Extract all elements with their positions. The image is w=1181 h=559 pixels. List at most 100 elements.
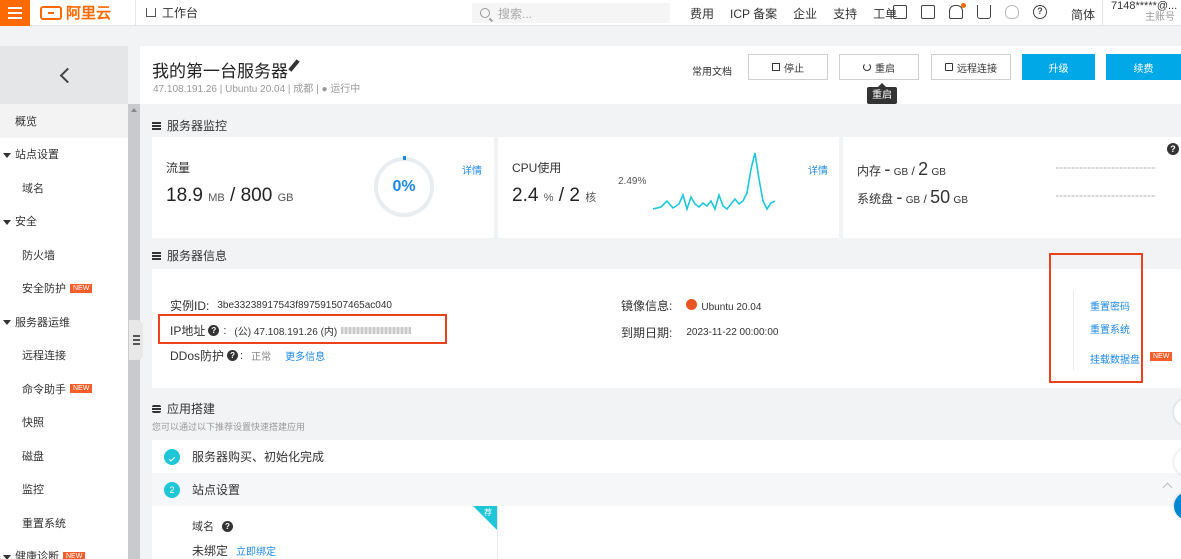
image-row: 镜像信息: Ubuntu 20.04 <box>621 298 762 313</box>
nav-fees[interactable]: 费用 <box>690 5 714 22</box>
help-icon[interactable]: ? <box>227 350 239 361</box>
sidebar-item[interactable]: 健康诊断 NEW <box>0 540 128 559</box>
nav-icp[interactable]: ICP 备案 <box>730 5 777 22</box>
page-title: 我的第一台服务器 <box>152 62 288 81</box>
sidebar-collapse-handle[interactable] <box>129 320 143 360</box>
power-icon <box>863 63 871 71</box>
help-icon[interactable]: ? <box>222 520 233 532</box>
code-icon[interactable] <box>893 5 907 19</box>
ubuntu-icon <box>686 298 698 310</box>
sidebar-item[interactable]: 命令助手 NEW <box>0 372 128 406</box>
list-icon <box>152 251 161 260</box>
monitor-section-title: 服务器监控 <box>152 117 227 134</box>
sidebar-item[interactable]: 域名 <box>0 171 128 205</box>
monitor-row: 流量 18.9 MB / 800 GB 0% 详情 CPU使用 2.4 % / … <box>152 137 1181 238</box>
traffic-label: 流量 <box>166 161 191 175</box>
renew-button[interactable]: 续费 <box>1106 54 1181 80</box>
account-id: 7148*****@... <box>1111 0 1178 12</box>
domain-row: 域名? <box>192 518 233 534</box>
disk-bar <box>1056 195 1156 197</box>
stop-button[interactable]: 停止 <box>748 54 828 80</box>
instance-id-row: 实例ID: 3be33238917543f897591507465ac040 <box>170 299 392 313</box>
edit-pencil-icon[interactable] <box>288 59 300 72</box>
sidebar-item[interactable]: 安全 <box>0 205 128 239</box>
ddos-more-link[interactable]: 更多信息 <box>285 348 325 363</box>
help-icon[interactable]: ? <box>1033 5 1047 19</box>
instance-id[interactable]: 3be33238917543f897591507465ac040 <box>217 300 392 311</box>
cpu-label: CPU使用 <box>512 161 562 175</box>
hamburger-menu-icon[interactable] <box>0 0 30 26</box>
remote-connect-button[interactable]: 远程连接 <box>931 54 1011 80</box>
workbench-link[interactable]: 工作台 <box>135 0 208 26</box>
restart-button[interactable]: 重启 <box>839 54 919 80</box>
bind-domain-link[interactable]: 立即绑定 <box>236 543 276 558</box>
upgrade-button[interactable]: 升级 <box>1022 54 1095 80</box>
bulb-icon[interactable] <box>1005 5 1019 19</box>
top-bar: 阿里云 工作台 搜索... 费用 ICP 备案 企业 支持 工单 ? 简体 71… <box>0 0 1181 26</box>
top-nav: 费用 ICP 备案 企业 支持 工单 <box>690 0 913 26</box>
restart-tooltip: 重启 <box>867 83 897 104</box>
recommend-label: 荐 <box>484 508 492 517</box>
chevron-left-icon <box>59 67 75 83</box>
sidebar-item[interactable]: 监控 <box>0 473 128 507</box>
stop-icon <box>772 63 780 71</box>
actions-highlight-box <box>1049 253 1143 383</box>
step-purchase-done[interactable]: 服务器购买、初始化完成 <box>152 440 1181 473</box>
memory-bar <box>1056 167 1156 169</box>
float-tool-button[interactable] <box>1174 398 1181 426</box>
app-subtitle: 您可以通过以下推荐设置快速搭建应用 <box>152 422 306 432</box>
sidebar-item[interactable]: 磁盘 <box>0 439 128 473</box>
sidebar-list: 概览 站点设置 域名 安全 防火墙 安全防护 NEW 服务器运维 远程连接 命令助手 NEW 快照 磁盘… <box>0 104 128 559</box>
list-icon <box>152 121 161 130</box>
divider <box>497 506 498 559</box>
top-icons: ? <box>893 3 1047 19</box>
aliyun-logo-icon <box>40 5 62 20</box>
step-site-settings[interactable]: 2 站点设置 <box>152 473 1181 506</box>
language-switch[interactable]: 简体 <box>1071 6 1095 23</box>
traffic-card: 流量 18.9 MB / 800 GB 0% 详情 <box>152 137 494 238</box>
account-menu[interactable]: 7148*****@... 主账号 <box>1102 0 1181 26</box>
search-icon <box>480 8 490 18</box>
info-section-title: 服务器信息 <box>152 247 227 264</box>
sidebar-item[interactable]: 服务器运维 <box>0 305 128 339</box>
expire-row: 到期日期: 2023-11-22 00:00:00 <box>621 326 779 340</box>
chevron-up-icon[interactable] <box>1162 482 1173 493</box>
account-role: 主账号 <box>1145 12 1175 23</box>
ddos-row: DDos防护?: 正常 更多信息 <box>170 348 326 363</box>
memory-disk-card: 内存 - GB / 2 GB 系统盘 - GB / 50 GB <box>843 137 1181 238</box>
disk-value: 系统盘 - GB / 50 GB <box>857 187 968 207</box>
scroll-up-icon[interactable] <box>131 108 137 112</box>
sidebar-item[interactable]: 站点设置 <box>0 138 128 172</box>
home-icon <box>146 8 156 17</box>
sidebar-item[interactable]: 安全防护 NEW <box>0 272 128 306</box>
screen-icon <box>945 63 953 71</box>
domain-status-row: 未绑定 立即绑定 <box>192 543 277 558</box>
nav-support[interactable]: 支持 <box>833 5 857 22</box>
server-meta: 47.108.191.26 | Ubuntu 20.04 | 成都 | ● 运行… <box>153 84 361 95</box>
traffic-ring: 0% <box>374 156 434 217</box>
cart-icon[interactable] <box>977 5 991 19</box>
search-input[interactable]: 搜索... <box>472 3 670 23</box>
cpu-card: CPU使用 2.4 % / 2 核 2.49% 详情 <box>498 137 839 238</box>
brand-logo[interactable]: 阿里云 <box>40 2 130 23</box>
docs-link[interactable]: 常用文档 <box>692 63 732 78</box>
app-section-title: 应用搭建 <box>152 400 215 417</box>
new-badge: NEW <box>70 283 93 293</box>
sidebar-item[interactable]: 防火墙 <box>0 238 128 272</box>
cpu-detail-link[interactable]: 详情 <box>808 162 828 177</box>
traffic-detail-link[interactable]: 详情 <box>462 162 482 177</box>
sidebar-item[interactable]: 快照 <box>0 406 128 440</box>
layers-icon <box>152 404 161 413</box>
nav-enterprise[interactable]: 企业 <box>793 5 817 22</box>
terminal-icon[interactable] <box>921 5 935 19</box>
cpu-value: 2.4 % / 2 核 <box>512 185 597 206</box>
site-settings-panel <box>152 506 1181 559</box>
sidebar-item[interactable]: 重置系统 <box>0 506 128 540</box>
back-button[interactable] <box>0 46 128 104</box>
bell-icon[interactable] <box>949 3 966 19</box>
server-header: 我的第一台服务器 47.108.191.26 | Ubuntu 20.04 | … <box>140 46 1181 104</box>
sidebar-item[interactable]: 概览 <box>0 104 128 138</box>
sidebar-item[interactable]: 远程连接 <box>0 339 128 373</box>
help-icon[interactable]: ? <box>1167 143 1179 155</box>
cpu-sparkline <box>653 152 776 212</box>
